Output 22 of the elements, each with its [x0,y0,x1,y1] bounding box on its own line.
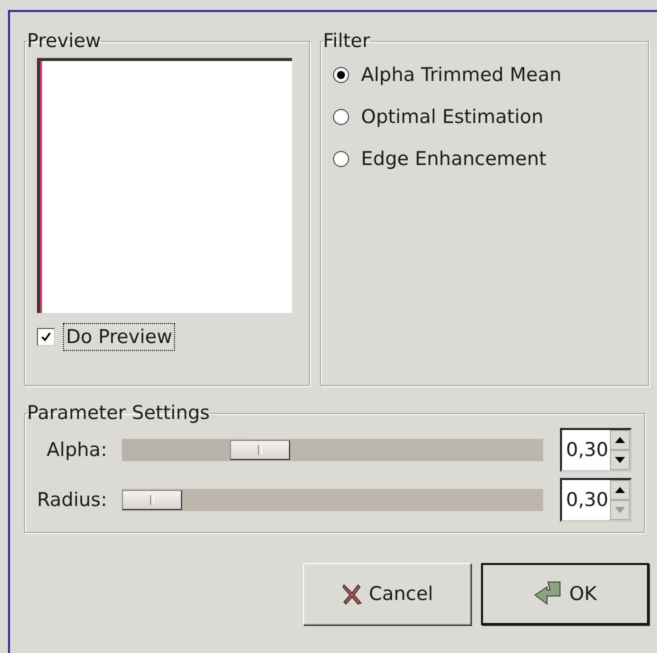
spin-field[interactable]: 0,30 [560,478,632,522]
spin-up-icon[interactable] [610,430,630,450]
do-preview-checkbox[interactable]: Do Preview [37,323,297,351]
slider-thumb[interactable] [230,440,290,460]
parameter-label: Radius: [37,489,108,511]
filter-radio[interactable]: Alpha Trimmed Mean [333,54,636,96]
filter-radio[interactable]: Edge Enhancement [333,138,636,180]
slider-track[interactable] [121,488,544,512]
frame-title: Parameter Settings [27,402,210,424]
spin-up-icon[interactable] [610,480,630,500]
filter-radio[interactable]: Optimal Estimation [333,96,636,138]
slider-thumb[interactable] [122,490,182,510]
cancel-button[interactable]: Cancel [303,563,471,625]
frame-title: Filter [323,30,370,52]
return-arrow-icon [533,580,564,608]
slider-track[interactable] [121,438,544,462]
frame-title: Preview [27,30,101,52]
parameter-label: Alpha: [46,439,108,461]
spin-field[interactable]: 0,30 [560,428,632,472]
spin-down-icon[interactable] [610,450,630,470]
ok-button[interactable]: OK [481,563,649,625]
cross-icon [340,583,363,605]
